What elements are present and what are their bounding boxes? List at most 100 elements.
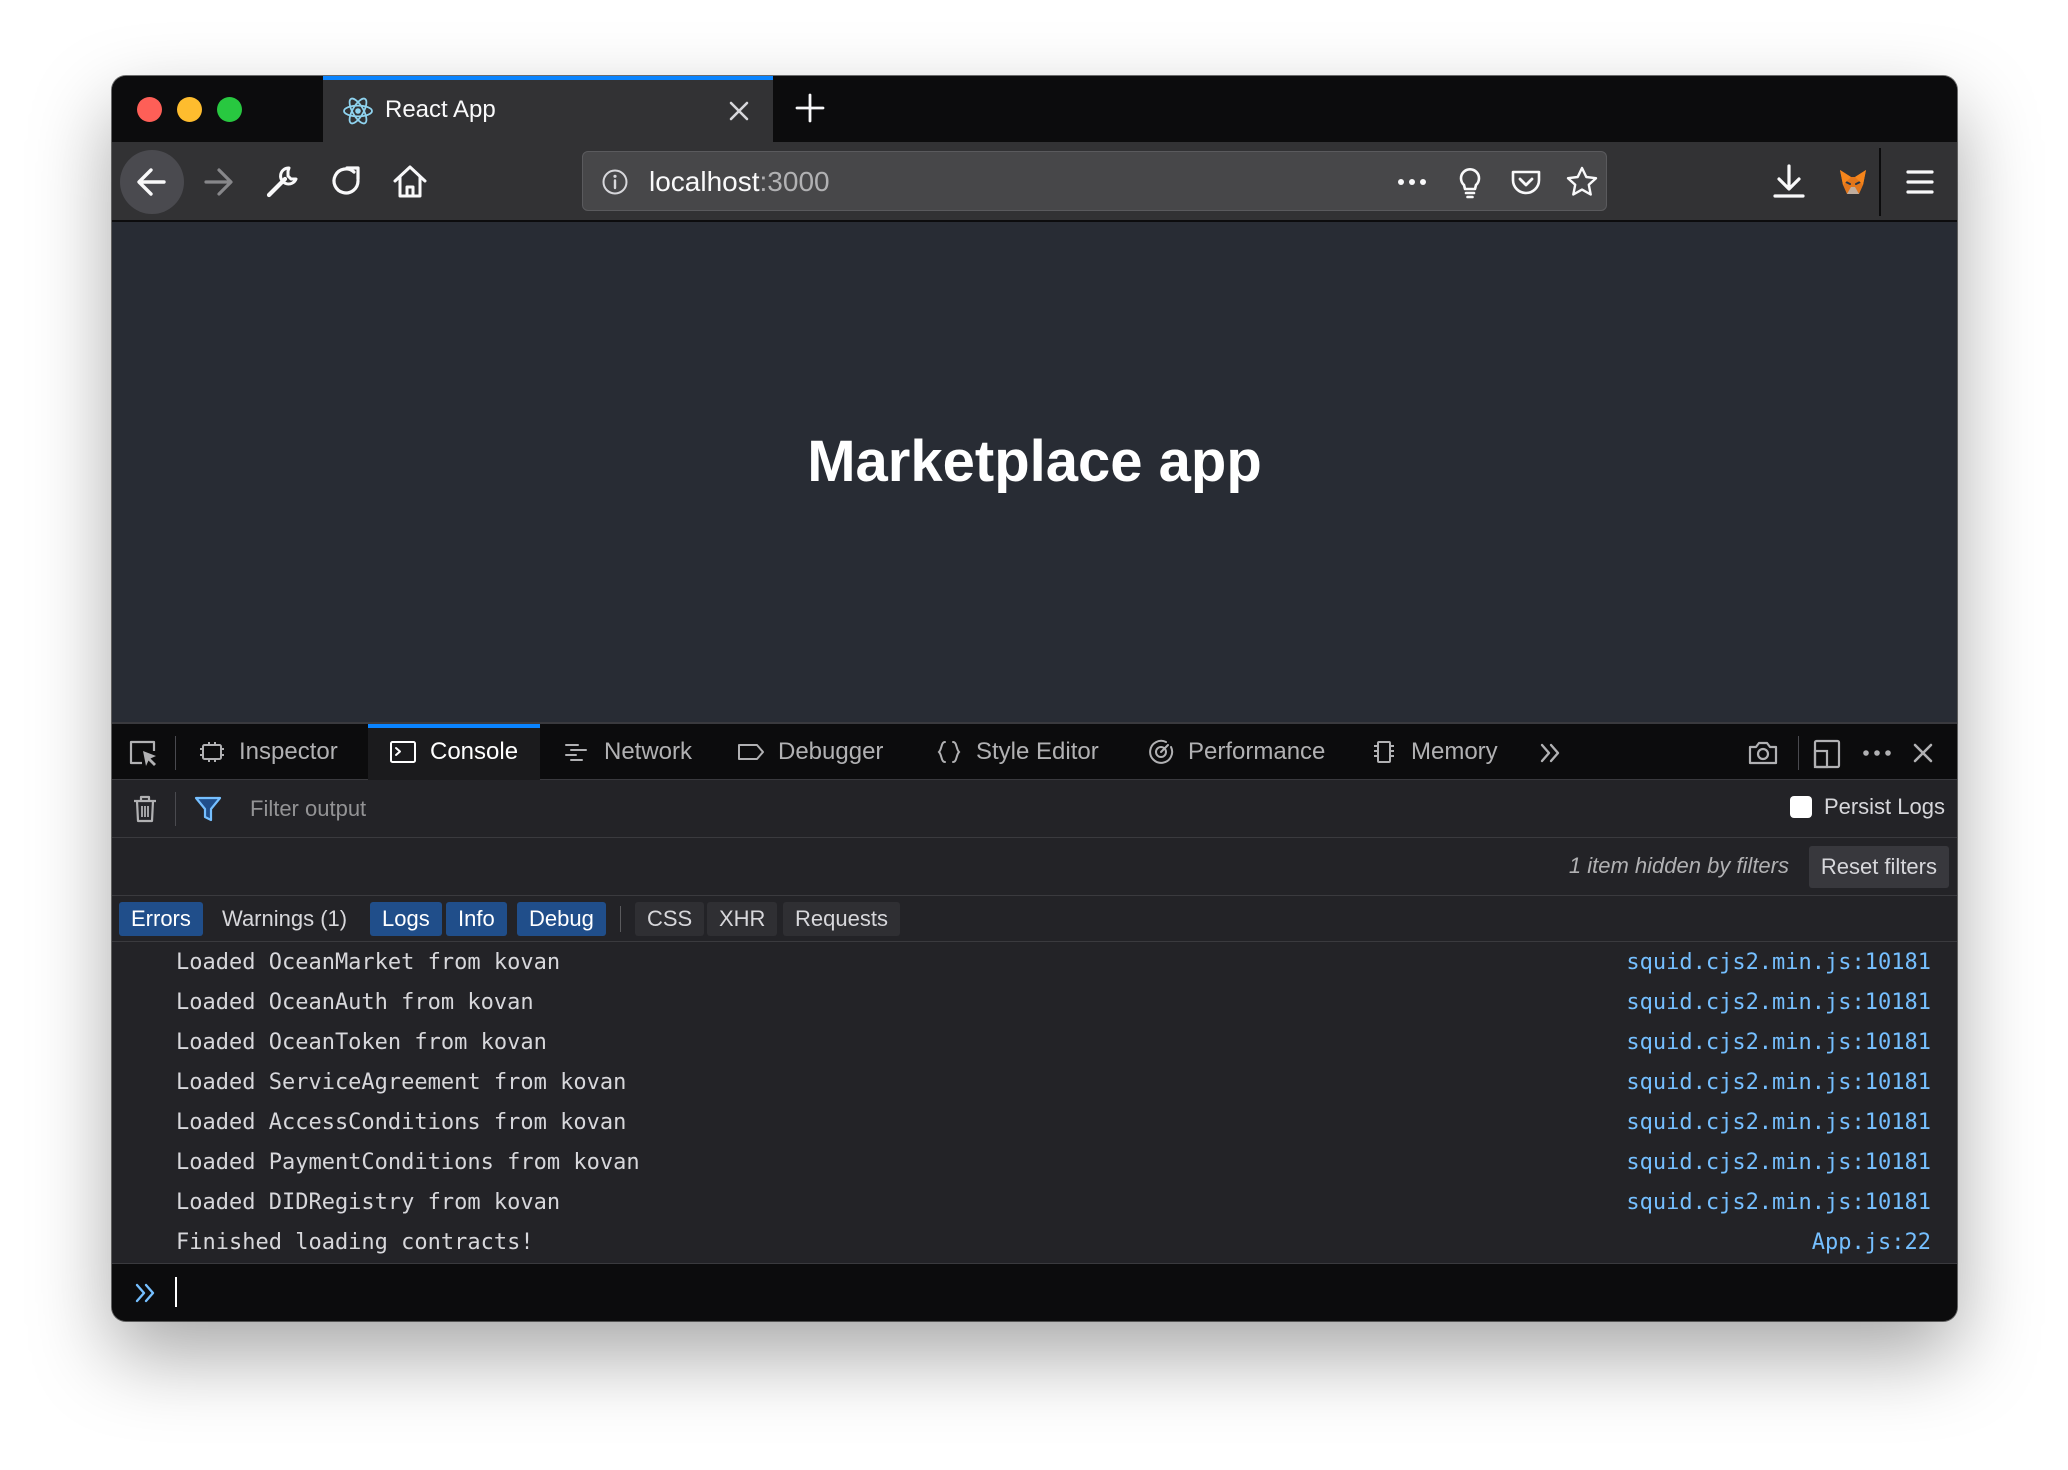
minimize-window-button[interactable] (177, 97, 202, 122)
close-devtools-icon[interactable] (1906, 736, 1940, 770)
url-text[interactable]: localhost:3000 (649, 165, 830, 199)
tab-title: React App (385, 96, 496, 123)
message-text: Loaded ServiceAgreement from kovan (176, 1070, 627, 1095)
url-bar[interactable]: localhost:3000 (582, 151, 1607, 211)
persist-logs-label: Persist Logs (1823, 794, 1945, 819)
zoom-window-button[interactable] (217, 97, 242, 122)
filter-warnings-button[interactable]: Warnings (1) (210, 902, 359, 936)
element-picker-icon[interactable] (126, 736, 160, 770)
console-message: Finished loading contracts! App.js:22 (112, 1223, 1957, 1263)
message-source-link[interactable]: squid.cjs2.min.js:10181 (1626, 1029, 1931, 1057)
tab-strip: React App (112, 76, 1957, 142)
message-source-link[interactable]: squid.cjs2.min.js:10181 (1626, 1189, 1931, 1217)
browser-tab-active[interactable]: React App (323, 76, 773, 142)
dock-side-icon[interactable] (1810, 736, 1844, 770)
hidden-items-message: 1 item hidden by filters (1568, 853, 1789, 878)
download-icon[interactable] (1765, 158, 1813, 206)
tab-console[interactable]: Console (368, 724, 540, 780)
filter-debug-button[interactable]: Debug (517, 902, 606, 936)
toolbar-separator (175, 736, 176, 770)
message-text: Loaded OceanToken from kovan (176, 1030, 547, 1055)
wrench-icon[interactable] (258, 158, 306, 206)
filter-css-button[interactable]: CSS (635, 902, 705, 936)
console-message: Loaded OceanAuth from kovan squid.cjs2.m… (112, 983, 1957, 1023)
forward-arrow-icon[interactable] (194, 158, 242, 206)
message-text: Loaded OceanMarket from kovan (176, 950, 561, 975)
arrow-left-icon (137, 168, 166, 196)
more-tools-chevron-icon[interactable] (1534, 736, 1568, 770)
network-icon (565, 744, 587, 761)
filter-separator (175, 792, 176, 826)
screenshot-camera-icon[interactable] (1746, 736, 1780, 770)
message-source-link[interactable]: squid.cjs2.min.js:10181 (1626, 1149, 1931, 1177)
tab-memory[interactable]: Memory (1369, 724, 1519, 780)
reset-filters-button[interactable]: Reset filters (1808, 846, 1949, 888)
tab-network[interactable]: Network (562, 724, 712, 780)
tab-debugger[interactable]: Debugger (736, 724, 896, 780)
console-message: Loaded OceanMarket from kovan squid.cjs2… (112, 943, 1957, 983)
message-source-link[interactable]: squid.cjs2.min.js:10181 (1626, 1069, 1931, 1097)
filter-requests-button[interactable]: Requests (783, 902, 900, 936)
console-icon (390, 741, 416, 763)
message-source-link[interactable]: App.js:22 (1812, 1229, 1931, 1257)
tab-label: Performance (1188, 738, 1326, 765)
message-text: Loaded DIDRegistry from kovan (176, 1190, 561, 1215)
close-window-button[interactable] (137, 97, 162, 122)
message-text: Finished loading contracts! (176, 1230, 534, 1255)
filter-logs-button[interactable]: Logs (370, 902, 442, 936)
console-message: Loaded AccessConditions from kovan squid… (112, 1103, 1957, 1143)
message-text: Loaded PaymentConditions from kovan (176, 1150, 640, 1175)
debugger-icon (738, 744, 764, 760)
page-viewport: Marketplace app (112, 222, 1957, 722)
filter-funnel-icon[interactable] (191, 792, 225, 826)
hamburger-menu-icon[interactable] (1896, 158, 1944, 206)
performance-icon (1149, 739, 1174, 764)
console-filter-bar: Persist Logs (112, 780, 1957, 838)
tab-label: Debugger (778, 738, 884, 765)
filter-output-input[interactable] (248, 788, 1848, 830)
persist-logs-toggle[interactable]: Persist Logs (1789, 794, 1945, 820)
filter-xhr-button[interactable]: XHR (707, 902, 778, 936)
filters-hidden-notice: 1 item hidden by filters Reset filters (112, 838, 1957, 896)
filter-info-button[interactable]: Info (446, 902, 507, 936)
pocket-icon[interactable] (1509, 165, 1543, 199)
page-heading: Marketplace app (807, 429, 1262, 494)
tab-label: Inspector (239, 738, 338, 765)
new-tab-plus-icon[interactable] (788, 86, 832, 130)
persist-logs-checkbox[interactable] (1789, 796, 1812, 818)
tab-style-editor[interactable]: Style Editor (934, 724, 1114, 780)
inspector-icon (200, 742, 224, 762)
site-info-icon[interactable] (601, 168, 629, 196)
message-text: Loaded AccessConditions from kovan (176, 1110, 627, 1135)
console-message: Loaded DIDRegistry from kovan squid.cjs2… (112, 1183, 1957, 1223)
navigation-toolbar: localhost:3000 (112, 142, 1957, 222)
devtools-options-icon[interactable] (1860, 736, 1894, 770)
home-icon[interactable] (386, 158, 434, 206)
back-button[interactable] (120, 150, 184, 214)
close-tab-icon[interactable] (723, 95, 755, 127)
message-source-link[interactable]: squid.cjs2.min.js:10181 (1626, 989, 1931, 1017)
tab-inspector[interactable]: Inspector (197, 724, 362, 780)
tab-label: Memory (1411, 738, 1498, 765)
message-text: Loaded OceanAuth from kovan (176, 990, 534, 1015)
message-source-link[interactable]: squid.cjs2.min.js:10181 (1626, 949, 1931, 977)
console-input[interactable] (112, 1263, 1957, 1321)
style-editor-icon (937, 741, 961, 763)
message-source-link[interactable]: squid.cjs2.min.js:10181 (1626, 1109, 1931, 1137)
devtools-toolbar: Inspector Console Network Debugger Style… (112, 722, 1957, 780)
more-actions-icon[interactable] (1395, 165, 1429, 199)
bookmark-star-icon[interactable] (1565, 165, 1599, 199)
toolbar-separator (1798, 736, 1799, 770)
trash-clear-icon[interactable] (128, 792, 162, 826)
log-level-filter-bar: Errors Warnings (1) Logs Info Debug CSS … (112, 896, 1957, 942)
reload-icon[interactable] (323, 158, 371, 206)
lightbulb-icon[interactable] (1453, 165, 1487, 199)
url-port: :3000 (759, 166, 830, 197)
tab-label: Style Editor (976, 738, 1099, 765)
metamask-fox-icon[interactable] (1829, 158, 1877, 206)
console-message: Loaded PaymentConditions from kovan squi… (112, 1143, 1957, 1183)
tab-performance[interactable]: Performance (1146, 724, 1336, 780)
console-message: Loaded ServiceAgreement from kovan squid… (112, 1063, 1957, 1103)
tab-label: Console (430, 738, 519, 765)
filter-errors-button[interactable]: Errors (119, 902, 203, 936)
